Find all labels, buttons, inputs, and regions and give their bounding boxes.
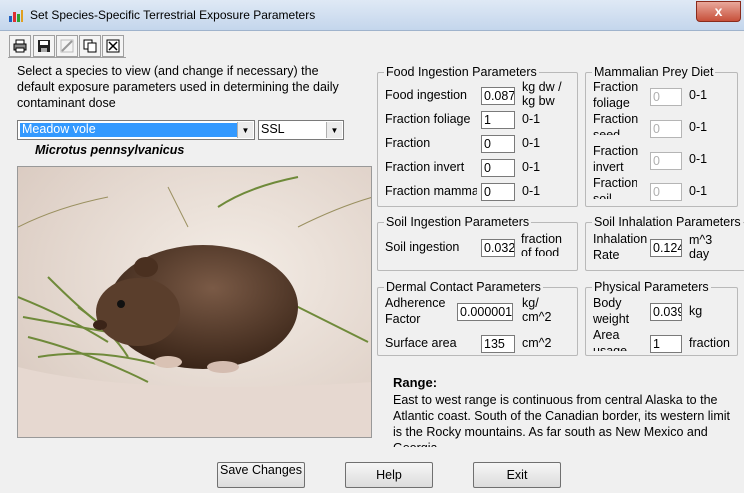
- fraction-foliage-label: Fraction foliage: [385, 112, 471, 126]
- adherence-factor-label: Adherence Factor: [385, 296, 446, 326]
- close-icon: x: [714, 3, 723, 19]
- prey-fraction-seed-unit: 0-1: [689, 120, 708, 134]
- prey-fraction-foliage-field[interactable]: 0: [650, 88, 682, 106]
- body-weight-unit: kg: [689, 304, 703, 318]
- excel-icon: [106, 39, 120, 53]
- latin-name: Microtus pennsylvanicus: [35, 143, 185, 157]
- edit-icon: [60, 39, 74, 53]
- fraction-invert-label: Fraction invert: [385, 160, 465, 174]
- mammalian-prey-legend: Mammalian Prey Diet: [594, 65, 714, 79]
- chevron-down-icon[interactable]: ▼: [326, 122, 342, 138]
- help-button[interactable]: Help: [345, 462, 433, 488]
- print-button[interactable]: [9, 35, 31, 57]
- adherence-factor-field[interactable]: 0.000001: [457, 303, 513, 321]
- edit-button[interactable]: [56, 35, 78, 57]
- print-icon: [13, 39, 27, 53]
- food-ingestion-label: Food ingestion: [385, 88, 468, 102]
- range-heading: Range:: [393, 375, 438, 390]
- intro-text: Select a species to view (and change if …: [17, 64, 339, 110]
- adherence-factor-unit: kg/ cm^2: [522, 296, 552, 324]
- prey-fraction-soil-unit: 0-1: [689, 184, 708, 198]
- area-usage-label: Area usage: [593, 328, 628, 351]
- prey-fraction-soil-field[interactable]: 0: [650, 183, 682, 201]
- prey-fraction-foliage-unit: 0-1: [689, 88, 708, 102]
- dermal-contact-legend: Dermal Contact Parameters: [386, 280, 541, 294]
- body-weight-field[interactable]: 0.039: [650, 303, 682, 321]
- fraction-foliage-unit: 0-1: [522, 112, 541, 126]
- fraction-seed-field[interactable]: 0: [481, 135, 515, 153]
- fraction-invert-field[interactable]: 0: [481, 159, 515, 177]
- screening-select-value: SSL: [261, 122, 285, 136]
- food-ingestion-field[interactable]: 0.087: [481, 87, 515, 105]
- soil-inhalation-legend: Soil Inhalation Parameters: [594, 215, 741, 229]
- prey-fraction-seed-label: Fraction seed: [593, 112, 639, 135]
- help-label: Help: [376, 468, 402, 482]
- save-toolbar-button[interactable]: [33, 35, 55, 57]
- soil-ingestion-legend: Soil Ingestion Parameters: [386, 215, 530, 229]
- chevron-down-icon[interactable]: ▼: [237, 122, 253, 138]
- inhalation-rate-field[interactable]: 0.124: [650, 239, 682, 257]
- save-changes-button[interactable]: Save Changes: [217, 462, 305, 488]
- save-changes-label: Save Changes: [219, 463, 302, 477]
- food-ingestion-unit: kg dw / kg bw: [522, 80, 562, 108]
- fraction-mammal-field[interactable]: 0: [481, 183, 515, 201]
- surface-area-field[interactable]: 135: [481, 335, 515, 353]
- fraction-mammal-label: Fraction mammal: [385, 184, 477, 198]
- toolbar-divider: [8, 57, 126, 58]
- prey-fraction-foliage-label: Fraction foliage: [593, 80, 639, 109]
- soil-ingestion-unit: fraction of food: [521, 232, 562, 256]
- food-ingestion-legend: Food Ingestion Parameters: [386, 65, 537, 79]
- body-weight-label: Body weight: [593, 296, 630, 326]
- fraction-mammal-unit: 0-1: [522, 184, 541, 198]
- prey-fraction-invert-unit: 0-1: [689, 152, 708, 166]
- screening-select[interactable]: SSL ▼: [258, 120, 344, 140]
- prey-fraction-soil-label: Fraction soil: [593, 176, 637, 199]
- fraction-invert-unit: 0-1: [522, 160, 541, 174]
- save-icon: [38, 40, 50, 52]
- surface-area-unit: cm^2: [522, 336, 552, 350]
- surface-area-label: Surface area: [385, 336, 457, 350]
- prey-fraction-invert-field[interactable]: 0: [650, 152, 682, 170]
- fraction-foliage-field[interactable]: 1: [481, 111, 515, 129]
- app-icon: [9, 10, 23, 22]
- area-usage-unit: fraction: [689, 336, 730, 350]
- area-usage-field[interactable]: 1: [650, 335, 682, 353]
- copy-button[interactable]: [79, 35, 101, 57]
- exit-button[interactable]: Exit: [473, 462, 561, 488]
- window-title: Set Species-Specific Terrestrial Exposur…: [30, 8, 316, 22]
- species-select[interactable]: Meadow vole ▼: [17, 120, 255, 140]
- soil-ingestion-label: Soil ingestion: [385, 240, 460, 254]
- species-select-value: Meadow vole: [22, 122, 96, 136]
- excel-button[interactable]: [102, 35, 124, 57]
- prey-fraction-seed-field[interactable]: 0: [650, 120, 682, 138]
- exit-label: Exit: [506, 468, 528, 482]
- inhalation-rate-label: Inhalation Rate: [593, 232, 648, 262]
- soil-ingestion-field[interactable]: 0.032: [481, 239, 515, 257]
- fraction-seed-unit: 0-1: [522, 136, 541, 150]
- copy-icon: [83, 39, 97, 53]
- inhalation-rate-unit: m^3 day: [689, 233, 713, 261]
- close-button[interactable]: x: [696, 1, 741, 22]
- prey-fraction-invert-label: Fraction invert: [593, 144, 639, 174]
- physical-legend: Physical Parameters: [594, 280, 709, 294]
- range-description: East to west range is continuous from ce…: [393, 393, 730, 447]
- fraction-seed-label: Fraction: [385, 136, 431, 150]
- species-photo: [17, 166, 372, 438]
